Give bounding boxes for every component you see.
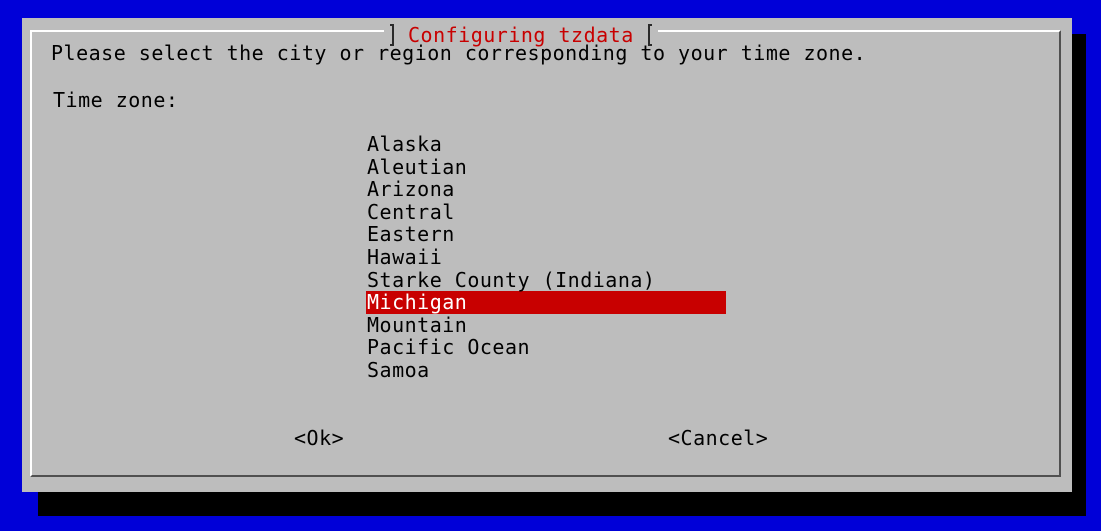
timezone-label: Time zone: bbox=[53, 88, 179, 112]
timezone-item-michigan[interactable]: Michigan bbox=[366, 291, 726, 314]
dialog-shadow-right bbox=[1072, 34, 1086, 516]
timezone-item-aleutian[interactable]: Aleutian bbox=[366, 155, 726, 179]
timezone-item-alaska[interactable]: Alaska bbox=[366, 133, 726, 156]
dialog-prompt: Please select the city or region corresp… bbox=[51, 41, 867, 65]
timezone-item-starke-county[interactable]: Starke County (Indiana) bbox=[366, 268, 726, 292]
timezone-item-eastern[interactable]: Eastern bbox=[366, 223, 726, 246]
timezone-item-arizona[interactable]: Arizona bbox=[366, 178, 726, 201]
timezone-item-pacific-ocean[interactable]: Pacific Ocean bbox=[366, 336, 726, 359]
timezone-item-mountain[interactable]: Mountain bbox=[366, 314, 726, 337]
cancel-button[interactable]: <Cancel> bbox=[668, 426, 768, 450]
dialog-shadow-bottom bbox=[38, 492, 1086, 516]
timezone-item-central[interactable]: Central bbox=[366, 201, 726, 224]
timezone-item-samoa[interactable]: Samoa bbox=[366, 359, 726, 382]
timezone-list[interactable]: Alaska Aleutian Arizona Central Eastern … bbox=[366, 133, 726, 382]
tzdata-dialog: Configuring tzdata Please select the cit… bbox=[22, 18, 1072, 492]
timezone-item-hawaii[interactable]: Hawaii bbox=[366, 246, 726, 269]
ok-button[interactable]: <Ok> bbox=[294, 426, 344, 450]
